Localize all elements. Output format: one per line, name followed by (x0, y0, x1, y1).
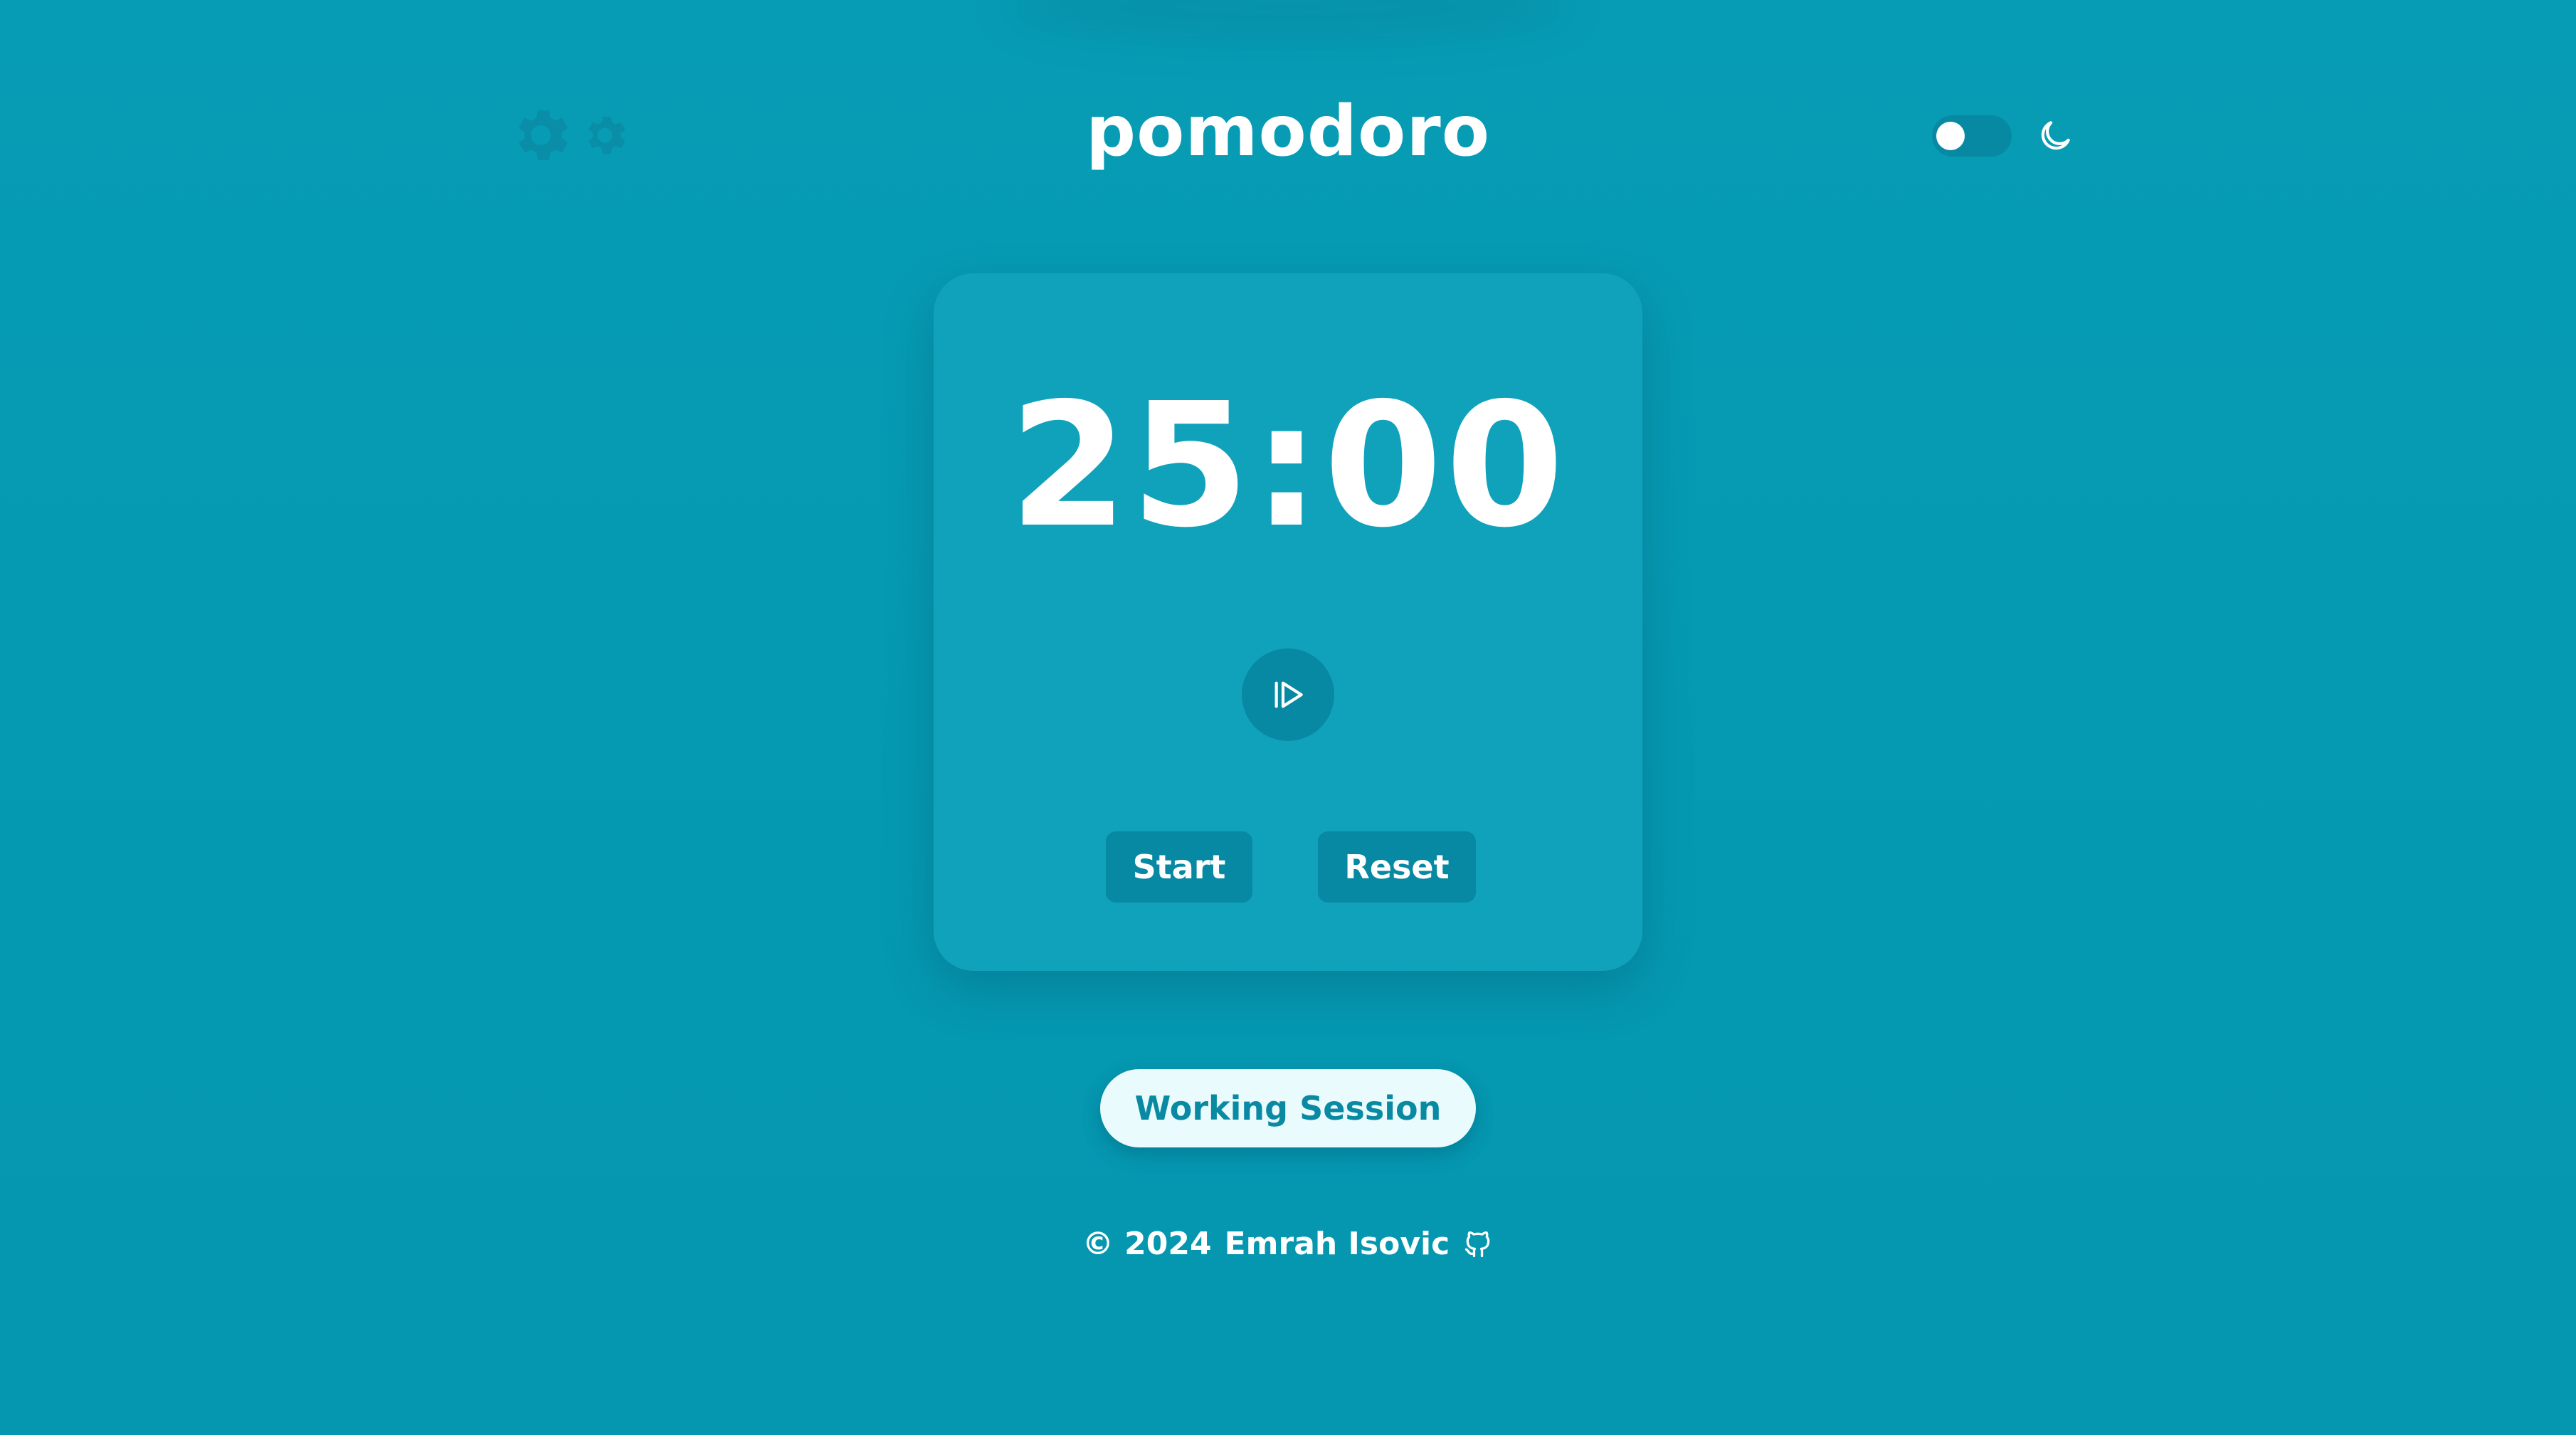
toggle-knob (1936, 122, 1965, 150)
play-icon (1274, 681, 1303, 708)
timer-display: 25:00 (1009, 366, 1567, 565)
start-button[interactable]: Start (1106, 831, 1252, 903)
play-button[interactable] (1242, 648, 1334, 741)
reset-button[interactable]: Reset (1318, 831, 1476, 903)
author-link[interactable]: Emrah Isovic (1225, 1226, 1450, 1262)
top-shadow (1003, 0, 1573, 43)
footer: © 2024 Emrah Isovic (0, 1226, 2576, 1262)
theme-toggle[interactable] (1932, 115, 2012, 157)
moon-icon[interactable] (2035, 116, 2075, 156)
timer-card: 25:00 Start Reset (934, 273, 1642, 971)
copyright-text: © 2024 (1082, 1226, 1212, 1262)
session-badge[interactable]: Working Session (1100, 1069, 1476, 1147)
app-title: pomodoro (1085, 91, 1491, 172)
github-icon[interactable] (1462, 1229, 1494, 1260)
